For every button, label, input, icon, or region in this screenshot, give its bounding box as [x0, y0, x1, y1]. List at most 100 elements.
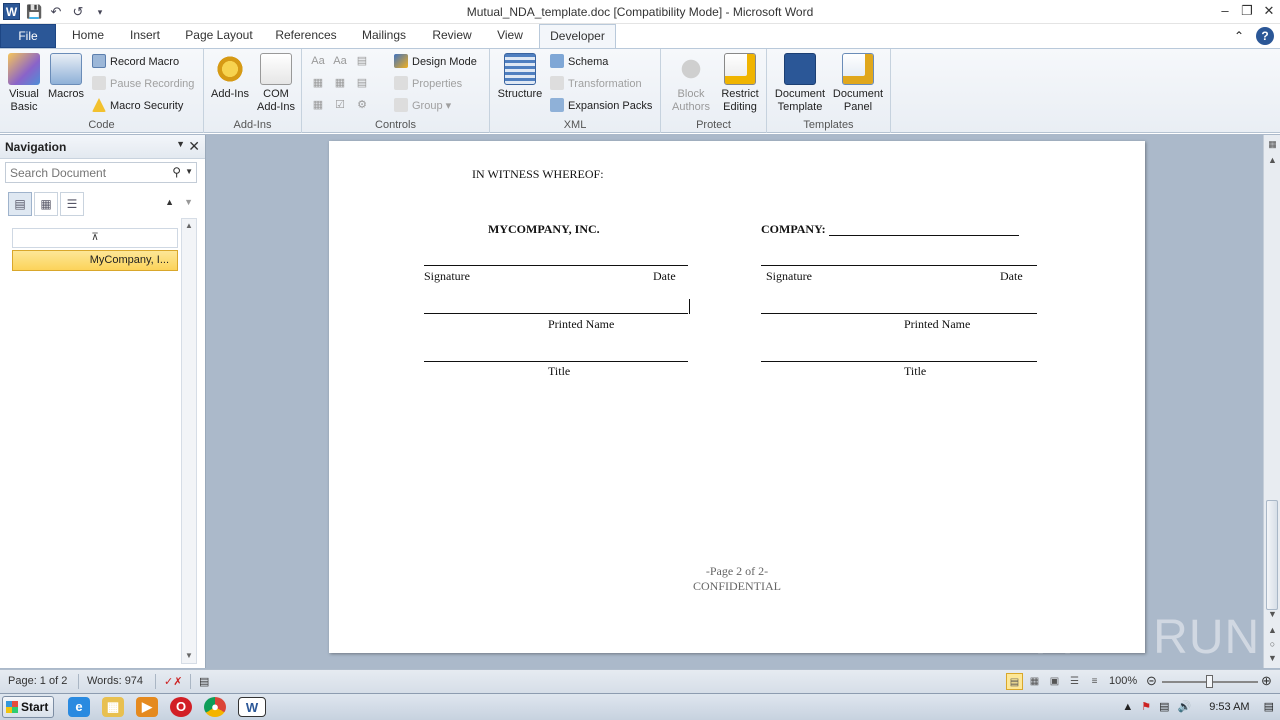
start-button[interactable]: Start — [2, 696, 54, 718]
tab-insert[interactable]: Insert — [120, 24, 170, 48]
dropdown-control-icon[interactable]: ▤ — [354, 75, 370, 91]
save-icon[interactable]: 💾 — [26, 4, 42, 20]
tab-developer[interactable]: Developer — [539, 24, 616, 49]
next-page-icon[interactable]: ▼ — [1265, 651, 1280, 665]
tab-page-layout[interactable]: Page Layout — [180, 24, 258, 48]
opera-icon[interactable]: O — [170, 697, 192, 717]
zoom-level[interactable]: 100% — [1109, 675, 1137, 687]
pages-view-icon[interactable]: ▦ — [34, 192, 58, 216]
tab-view[interactable]: View — [489, 24, 531, 48]
media-player-icon[interactable]: ▶ — [136, 697, 158, 717]
date-picker-control-icon[interactable]: ▦ — [310, 97, 326, 113]
structure-button[interactable]: Structure — [496, 53, 544, 101]
headings-view-icon[interactable]: ▤ — [8, 192, 32, 216]
document-template-icon — [784, 53, 816, 85]
print-layout-view-icon[interactable]: ▤ — [1006, 673, 1023, 690]
previous-heading-icon[interactable]: ▲ — [165, 197, 174, 207]
tab-references[interactable]: References — [269, 24, 343, 48]
legacy-tools-icon[interactable]: ⚙ — [354, 97, 370, 113]
schema-button[interactable]: Schema — [550, 53, 608, 71]
scroll-up-icon[interactable]: ▲ — [182, 219, 196, 233]
minimize-icon[interactable]: – — [1214, 0, 1236, 22]
chevron-down-icon[interactable]: ▼ — [176, 139, 185, 149]
scroll-up-icon[interactable]: ▲ — [1265, 153, 1280, 167]
macros-button[interactable]: Macros — [46, 53, 86, 101]
com-add-ins-button[interactable]: COM Add-Ins — [254, 53, 298, 114]
word-count-status[interactable]: Words: 974 — [87, 675, 143, 687]
tab-review[interactable]: Review — [425, 24, 479, 48]
ruler-toggle-icon[interactable]: ▦ — [1265, 137, 1280, 151]
draft-view-icon[interactable]: ≡ — [1086, 673, 1103, 690]
previous-page-icon[interactable]: ▲ — [1265, 623, 1280, 637]
help-icon[interactable]: ? — [1256, 27, 1274, 45]
page-count-status[interactable]: Page: 1 of 2 — [8, 675, 67, 687]
customize-qat-icon[interactable]: ▾ — [92, 4, 108, 20]
search-icon[interactable]: ⚲ — [172, 165, 181, 179]
rich-text-control-icon[interactable]: Aa — [310, 53, 326, 69]
visual-basic-button[interactable]: Visual Basic — [4, 53, 44, 114]
document-panel-button[interactable]: Document Panel — [829, 53, 887, 114]
document-page[interactable]: IN WITNESS WHEREOF: MYCOMPANY, INC. COMP… — [329, 141, 1145, 653]
outline-view-icon[interactable]: ☰ — [1066, 673, 1083, 690]
tab-file[interactable]: File — [0, 24, 56, 48]
internet-explorer-icon[interactable]: e — [68, 697, 90, 717]
results-view-icon[interactable]: ☰ — [60, 192, 84, 216]
close-icon[interactable]: ✕ — [1258, 0, 1280, 22]
tab-mailings[interactable]: Mailings — [353, 24, 415, 48]
network-icon[interactable]: ▤ — [1159, 700, 1169, 713]
restrict-editing-button[interactable]: Restrict Editing — [715, 53, 765, 114]
navigation-scrollbar[interactable]: ▲ ▼ — [181, 218, 197, 664]
macro-security-button[interactable]: Macro Security — [92, 97, 183, 115]
heading-item[interactable]: MyCompany, I... — [12, 250, 178, 271]
action-center-icon[interactable]: ⚑ — [1141, 700, 1151, 713]
restore-icon[interactable]: ❐ — [1236, 0, 1258, 22]
pause-recording-button[interactable]: Pause Recording — [92, 75, 194, 93]
proofing-icon[interactable]: ✓✗ — [164, 675, 182, 688]
show-desktop-icon[interactable]: ▤ — [1264, 700, 1274, 713]
tab-home[interactable]: Home — [63, 24, 113, 48]
document-scrollbar[interactable]: ▦ ▲ ▼ ▲ ○ ▼ — [1263, 135, 1280, 668]
building-block-control-icon[interactable]: ▦ — [310, 75, 326, 91]
clock[interactable]: 9:53 AM — [1209, 701, 1249, 713]
next-heading-icon[interactable]: ▼ — [184, 197, 193, 207]
search-input[interactable] — [6, 163, 156, 182]
word-taskbar-icon[interactable]: W — [238, 697, 266, 717]
scroll-thumb[interactable] — [1266, 500, 1278, 610]
group-button[interactable]: Group ▾ — [394, 97, 451, 115]
browse-object-icon[interactable]: ○ — [1265, 637, 1280, 651]
heading-navigation-arrows: ▲ ▼ — [165, 197, 193, 207]
scroll-down-icon[interactable]: ▼ — [1265, 607, 1280, 621]
undo-icon[interactable]: ↶ — [48, 4, 64, 20]
document-template-button[interactable]: Document Template — [771, 53, 829, 114]
taskbar: Start e ▦ ▶ O ● W ▲ ⚑ ▤ 🔊 9:53 AM ▤ — [0, 693, 1280, 720]
zoom-slider-thumb[interactable] — [1206, 675, 1213, 688]
zoom-out-icon[interactable]: ⊝ — [1146, 673, 1157, 689]
combo-box-control-icon[interactable]: ▦ — [332, 75, 348, 91]
close-icon[interactable]: ✕ — [188, 138, 200, 155]
word-app-icon[interactable]: W — [3, 3, 20, 20]
block-authors-button[interactable]: Block Authors — [665, 53, 717, 114]
redo-icon[interactable]: ↺ — [70, 4, 86, 20]
jump-to-top-icon[interactable]: ⊼ — [12, 228, 178, 248]
zoom-in-icon[interactable]: ⊕ — [1261, 673, 1272, 689]
show-hidden-icons-icon[interactable]: ▲ — [1122, 701, 1133, 713]
full-screen-reading-icon[interactable]: ▦ — [1026, 673, 1043, 690]
add-ins-button[interactable]: Add-Ins — [208, 53, 252, 101]
macro-recording-icon[interactable]: ▤ — [199, 675, 209, 688]
scroll-down-icon[interactable]: ▼ — [182, 649, 196, 663]
right-signature-label: Signature — [766, 269, 812, 283]
web-layout-icon[interactable]: ▣ — [1046, 673, 1063, 690]
properties-button[interactable]: Properties — [394, 75, 462, 93]
record-macro-button[interactable]: Record Macro — [92, 53, 179, 71]
picture-control-icon[interactable]: ▤ — [354, 53, 370, 69]
search-options-icon[interactable]: ▼ — [185, 167, 193, 176]
transformation-button[interactable]: Transformation — [550, 75, 642, 93]
expansion-packs-button[interactable]: Expansion Packs — [550, 97, 652, 115]
chrome-icon[interactable]: ● — [204, 697, 226, 717]
minimize-ribbon-icon[interactable]: ⌃ — [1230, 27, 1248, 45]
design-mode-button[interactable]: Design Mode — [394, 53, 477, 71]
file-explorer-icon[interactable]: ▦ — [102, 697, 124, 717]
plain-text-control-icon[interactable]: Aa — [332, 53, 348, 69]
volume-icon[interactable]: 🔊 — [1178, 700, 1192, 713]
checkbox-control-icon[interactable]: ☑ — [332, 97, 348, 113]
